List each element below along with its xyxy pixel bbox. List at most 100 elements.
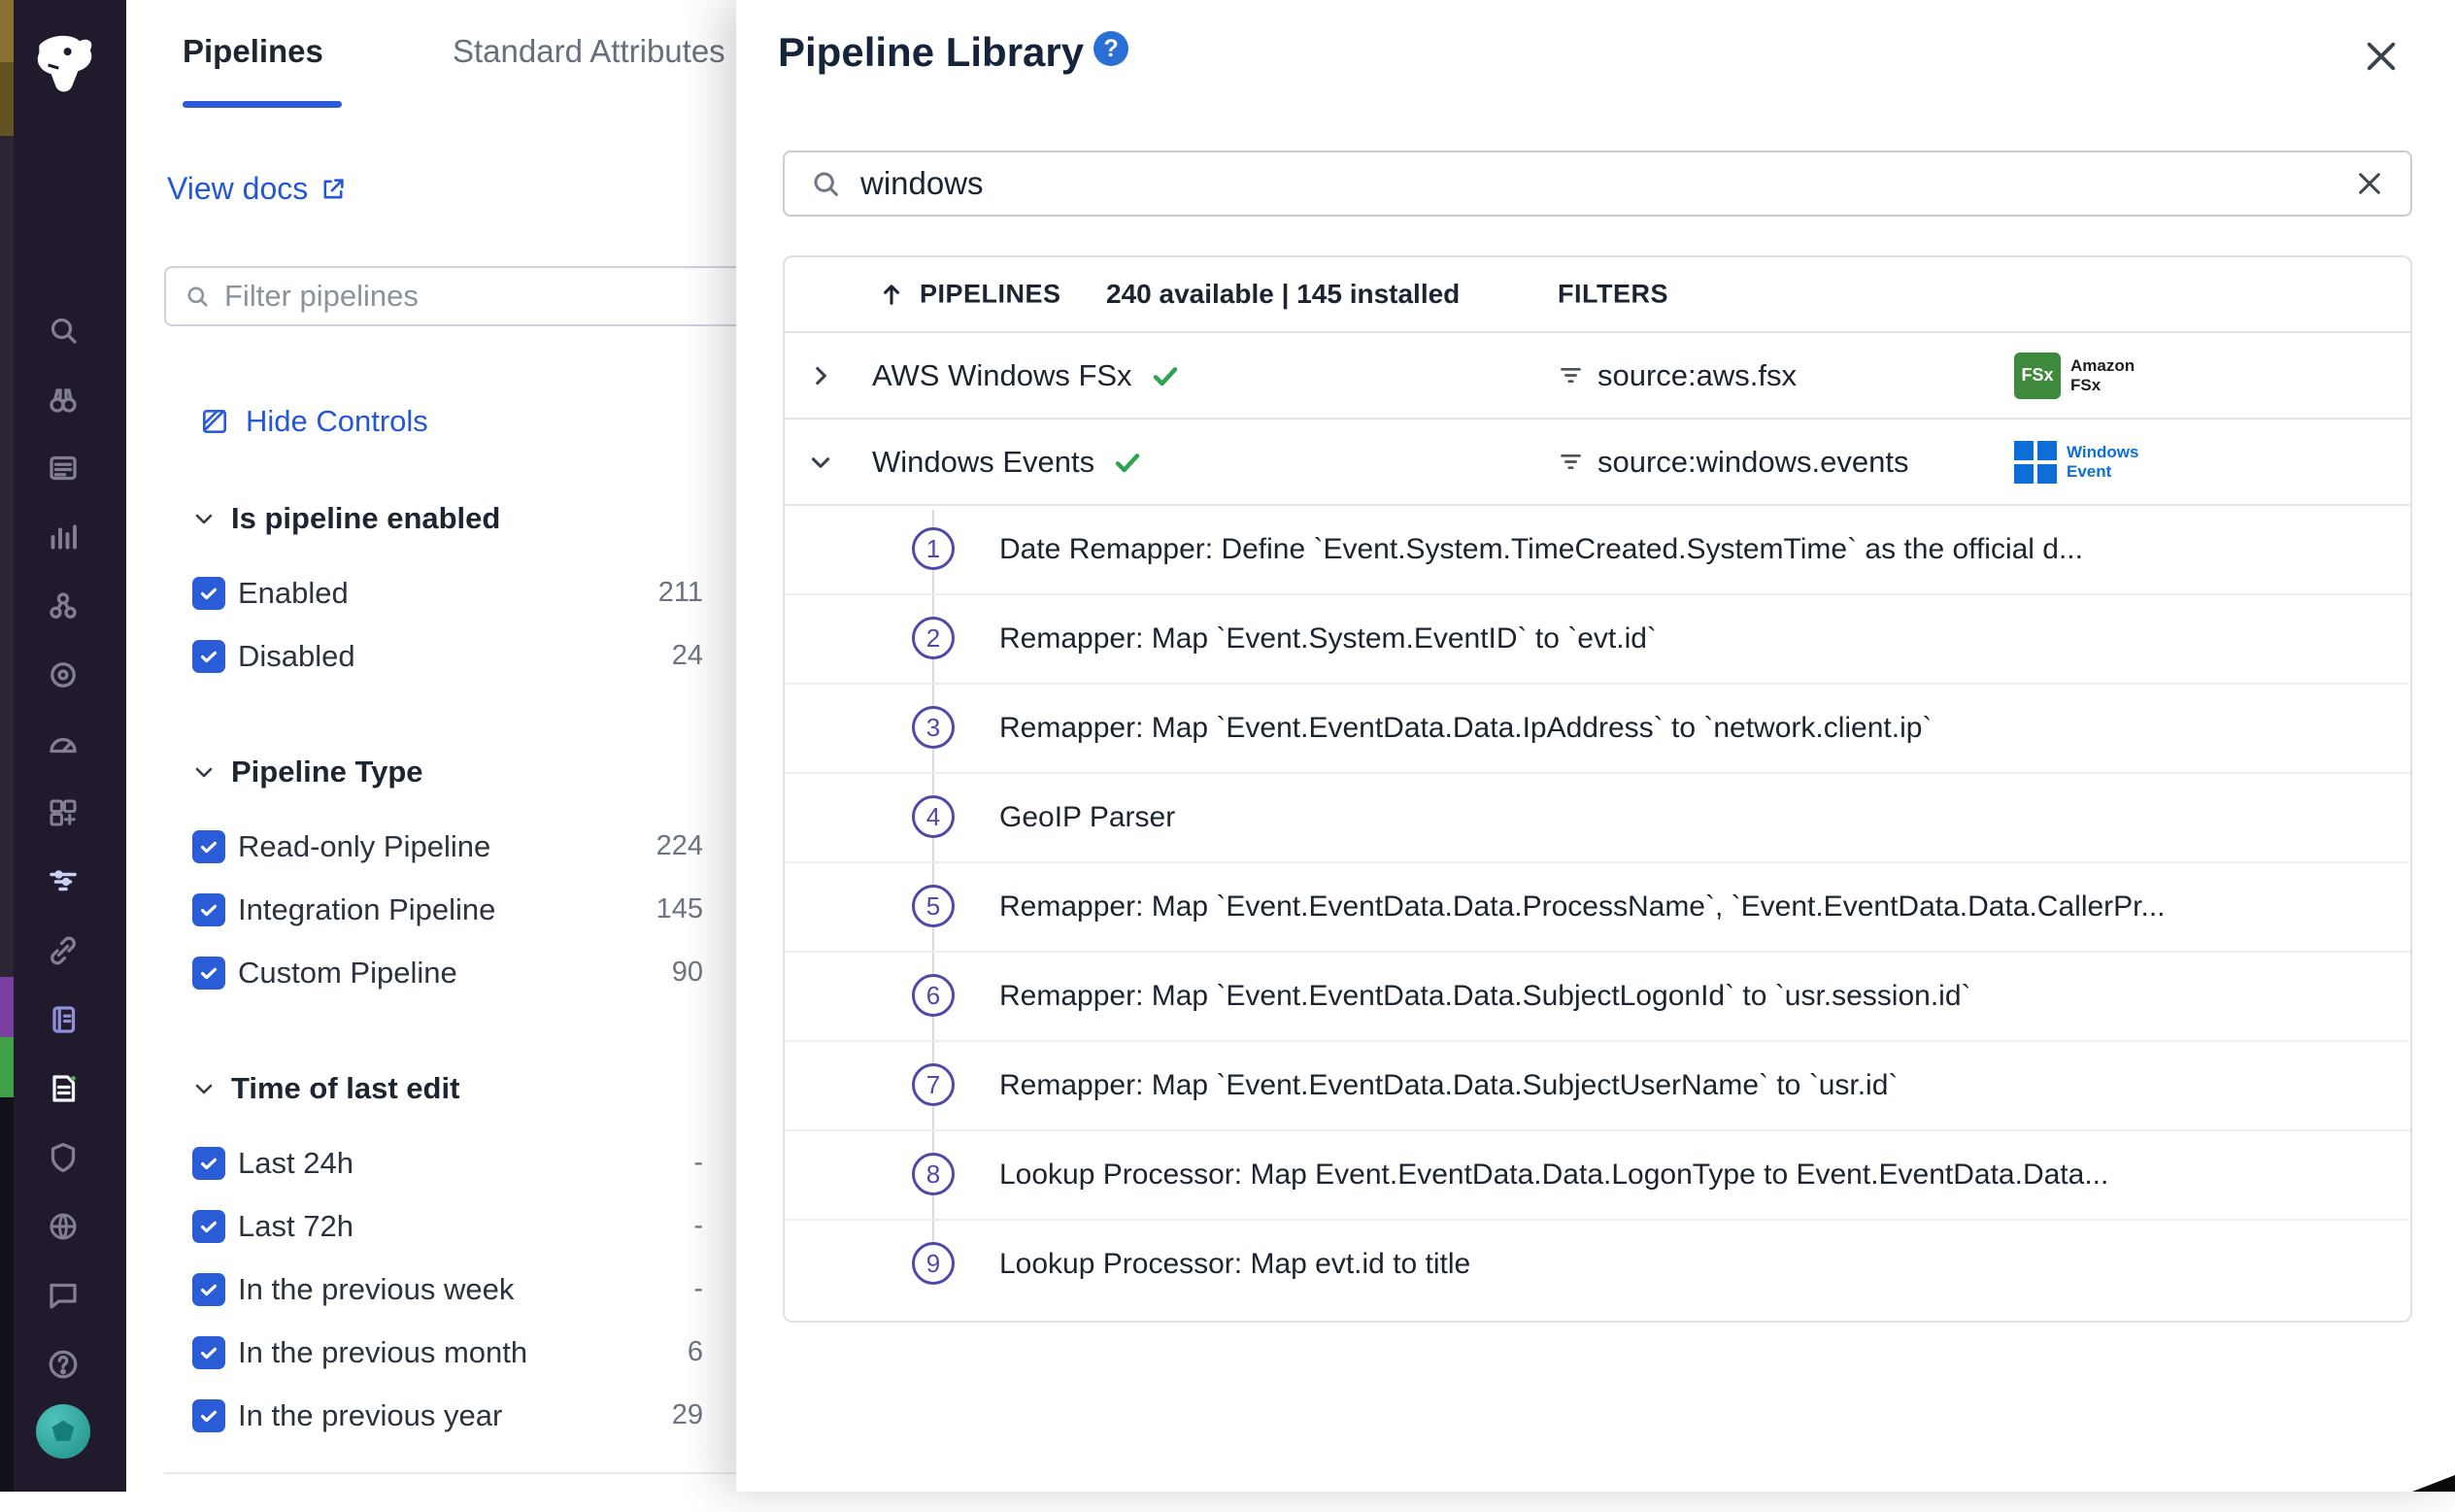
modal-title: Pipeline Library: [778, 29, 1084, 76]
logs-icon[interactable]: [46, 1071, 81, 1106]
user-avatar[interactable]: [36, 1404, 90, 1459]
pipeline-row-aws-windows-fsx[interactable]: AWS Windows FSx source:aws.fsx FSx Amazo…: [785, 333, 2410, 420]
facet-label[interactable]: Enabled: [238, 576, 349, 611]
checkbox-checked[interactable]: [192, 957, 225, 990]
search-icon[interactable]: [46, 313, 81, 348]
search-icon: [810, 168, 841, 199]
notebook-icon[interactable]: [46, 1002, 81, 1037]
view-docs-label: View docs: [167, 171, 308, 207]
facet-section-time-of-last-edit: Time of last edit Last 24h - Last 72h -: [192, 1069, 703, 1447]
tab-pipelines[interactable]: Pipelines: [183, 33, 323, 70]
external-link-icon: [319, 176, 347, 203]
facet-label[interactable]: Custom Pipeline: [238, 956, 457, 991]
facet-label[interactable]: Integration Pipeline: [238, 892, 495, 927]
clear-search-button[interactable]: [2354, 168, 2385, 199]
tab-standard-attributes[interactable]: Standard Attributes: [453, 33, 725, 70]
chevron-down-icon: [192, 1077, 216, 1100]
facet-label[interactable]: Last 72h: [238, 1209, 353, 1244]
filter-placeholder: Filter pipelines: [224, 279, 419, 314]
service-map-icon[interactable]: [46, 657, 81, 692]
table-header-row: PIPELINES 240 available | 145 installed …: [785, 257, 2410, 333]
datadog-logo[interactable]: [0, 12, 126, 118]
step-description: Lookup Processor: Map evt.id to title: [999, 1248, 1470, 1281]
checkbox-checked[interactable]: [192, 640, 225, 673]
facet-section-header[interactable]: Pipeline Type: [192, 753, 703, 791]
checkbox-checked[interactable]: [192, 893, 225, 926]
pipeline-row-windows-events[interactable]: Windows Events source:windows.events Win…: [785, 420, 2410, 506]
facet-row: In the previous month 6: [192, 1321, 703, 1384]
checkbox-checked[interactable]: [192, 1210, 225, 1243]
facet-label[interactable]: In the previous week: [238, 1272, 514, 1307]
facet-section-header[interactable]: Time of last edit: [192, 1069, 703, 1108]
library-search-input[interactable]: windows: [783, 151, 2412, 217]
step-description: Remapper: Map `Event.EventData.Data.Subj…: [999, 1069, 1898, 1102]
step-number-badge: 8: [912, 1153, 955, 1195]
datadog-dog-icon: [27, 29, 99, 101]
installed-check-icon: [1150, 360, 1181, 391]
pipelines-filter-icon[interactable]: [46, 864, 81, 899]
checkbox-checked[interactable]: [192, 1336, 225, 1369]
step-number-badge: 6: [912, 974, 955, 1017]
facet-section-header[interactable]: Is pipeline enabled: [192, 499, 703, 538]
step-description: Date Remapper: Define `Event.System.Time…: [999, 533, 2083, 566]
facet-section-enabled: Is pipeline enabled Enabled 211 Disabled…: [192, 499, 703, 688]
pipeline-step-row[interactable]: 2 Remapper: Map `Event.System.EventID` t…: [785, 595, 2410, 685]
pipeline-step-row[interactable]: 1 Date Remapper: Define `Event.System.Ti…: [785, 506, 2410, 595]
globe-icon[interactable]: [46, 1209, 81, 1244]
view-docs-link[interactable]: View docs: [167, 171, 347, 207]
facet-count: 90: [672, 957, 703, 989]
source-filter-chip[interactable]: source:aws.fsx: [1558, 358, 1797, 393]
list-icon[interactable]: [46, 451, 81, 486]
hide-controls-button[interactable]: Hide Controls: [199, 402, 428, 441]
process-cluster-icon[interactable]: [46, 588, 81, 623]
facet-count: 29: [672, 1399, 703, 1431]
fsx-badge: FSx: [2014, 353, 2061, 399]
pipeline-step-row[interactable]: 9 Lookup Processor: Map evt.id to title: [785, 1221, 2410, 1308]
bar-chart-icon[interactable]: [46, 520, 81, 554]
pipeline-step-row[interactable]: 5 Remapper: Map `Event.EventData.Data.Pr…: [785, 863, 2410, 953]
facet-label[interactable]: In the previous year: [238, 1398, 502, 1433]
facet-count: 6: [688, 1336, 703, 1368]
checkbox-checked[interactable]: [192, 830, 225, 863]
pipeline-step-row[interactable]: 4 GeoIP Parser: [785, 774, 2410, 863]
integrations-icon[interactable]: [46, 795, 81, 830]
shield-icon[interactable]: [46, 1140, 81, 1175]
sort-ascending-icon[interactable]: [878, 281, 905, 308]
facet-label[interactable]: Read-only Pipeline: [238, 829, 490, 864]
binoculars-icon[interactable]: [46, 382, 81, 417]
chevron-down-icon: [192, 507, 216, 530]
facet-count: 224: [656, 830, 703, 862]
source-filter-chip[interactable]: source:windows.events: [1558, 445, 1909, 480]
gauge-icon[interactable]: [46, 726, 81, 761]
pipeline-step-row[interactable]: 8 Lookup Processor: Map Event.EventData.…: [785, 1131, 2410, 1221]
facet-row: Last 24h -: [192, 1131, 703, 1194]
pipeline-name: Windows Events: [872, 445, 1094, 480]
checkbox-checked[interactable]: [192, 1399, 225, 1432]
facet-label[interactable]: In the previous month: [238, 1335, 527, 1370]
facet-label[interactable]: Last 24h: [238, 1146, 353, 1181]
facet-label[interactable]: Disabled: [238, 639, 355, 674]
windows-logo-icon: [2014, 441, 2057, 484]
help-badge-icon[interactable]: ?: [1093, 31, 1128, 66]
filter-icon: [1558, 362, 1584, 388]
filter-pipelines-input[interactable]: Filter pipelines: [164, 266, 786, 326]
pipeline-step-row[interactable]: 3 Remapper: Map `Event.EventData.Data.Ip…: [785, 685, 2410, 774]
help-icon[interactable]: [46, 1347, 81, 1382]
facet-row: Custom Pipeline 90: [192, 941, 703, 1004]
cursor-pointer: [2412, 1475, 2455, 1492]
close-button[interactable]: [2360, 35, 2403, 78]
logo-label-line: FSx: [2070, 376, 2135, 395]
link-icon[interactable]: [46, 933, 81, 968]
chevron-down-icon: [192, 760, 216, 784]
pipeline-step-row[interactable]: 7 Remapper: Map `Event.EventData.Data.Su…: [785, 1042, 2410, 1131]
checkbox-checked[interactable]: [192, 577, 225, 610]
chevron-down-icon[interactable]: [808, 450, 833, 475]
column-header-pipelines[interactable]: PIPELINES: [920, 280, 1061, 310]
checkbox-checked[interactable]: [192, 1273, 225, 1306]
chevron-right-icon[interactable]: [808, 363, 833, 388]
close-icon: [2354, 168, 2385, 199]
edge-strip: [0, 0, 14, 1492]
chat-bubble-icon[interactable]: [46, 1278, 81, 1313]
pipeline-step-row[interactable]: 6 Remapper: Map `Event.EventData.Data.Su…: [785, 953, 2410, 1042]
checkbox-checked[interactable]: [192, 1147, 225, 1180]
